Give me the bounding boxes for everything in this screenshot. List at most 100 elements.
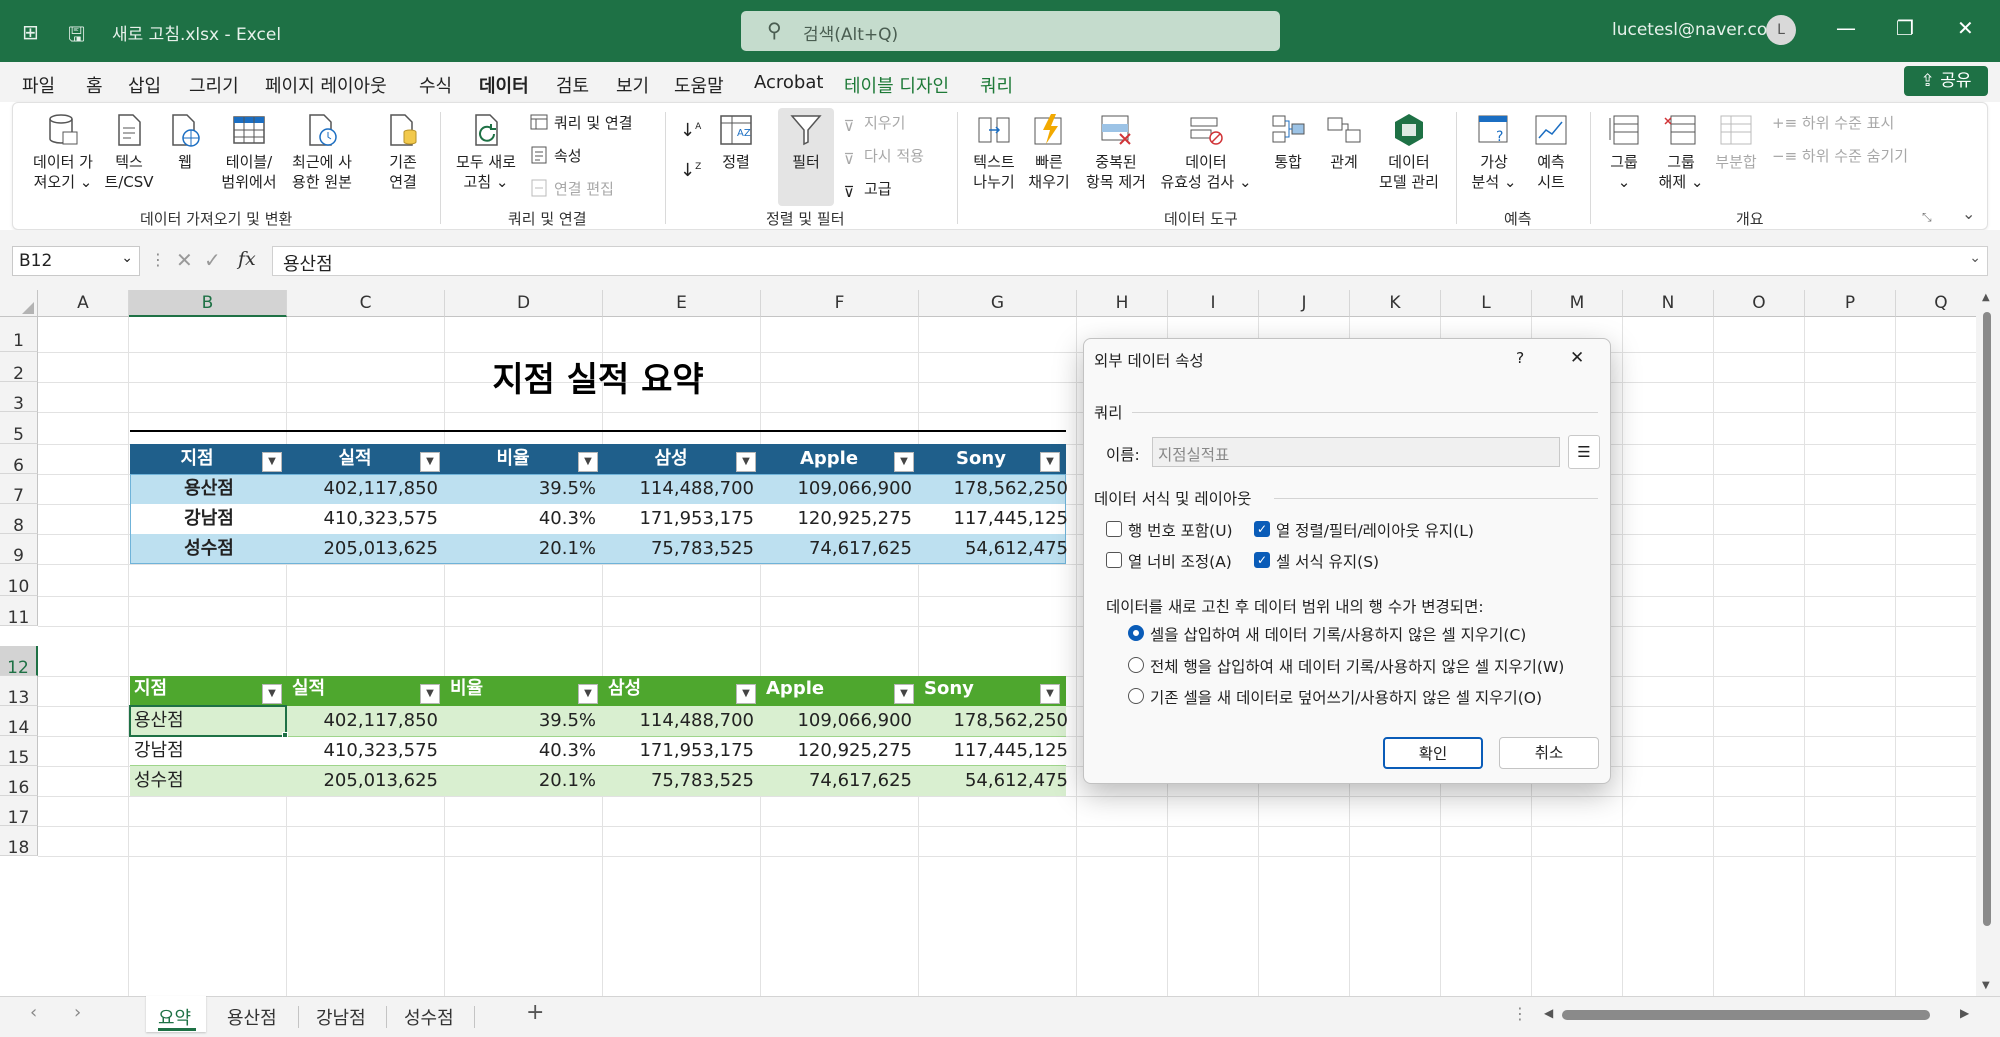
- row-header-13[interactable]: 13: [0, 676, 38, 708]
- row-header-9[interactable]: 9: [0, 534, 38, 566]
- filter-dropdown-icon[interactable]: ▼: [894, 684, 914, 704]
- scroll-down-icon[interactable]: ▼: [1982, 980, 1990, 991]
- prev-sheet-icon[interactable]: ‹: [30, 1002, 37, 1023]
- table1-header-cell[interactable]: 비율: [446, 444, 580, 474]
- table1-cell[interactable]: 40.3%: [446, 504, 604, 534]
- scroll-right-icon[interactable]: ▶: [1960, 1006, 1969, 1020]
- tab-view[interactable]: 보기: [616, 72, 649, 98]
- table2-cell[interactable]: 120,925,275: [762, 736, 920, 766]
- column-header-b[interactable]: B: [129, 290, 287, 317]
- sheet-tab-seongsu[interactable]: 성수점: [404, 1004, 454, 1030]
- column-header-p[interactable]: P: [1805, 290, 1896, 317]
- column-header-a[interactable]: A: [38, 290, 129, 317]
- row-header-5[interactable]: 5: [0, 412, 38, 445]
- subtotal-button[interactable]: 부분합: [1708, 112, 1764, 172]
- cancel-button[interactable]: 취소: [1499, 737, 1599, 769]
- filter-dropdown-icon[interactable]: ▼: [262, 684, 282, 704]
- sort-descending-icon[interactable]: ↓Z: [680, 160, 701, 181]
- table1-cell[interactable]: 용산점: [130, 474, 288, 504]
- tab-file[interactable]: 파일: [22, 72, 55, 98]
- advanced-filter-button[interactable]: ⊽ 고급: [840, 178, 892, 201]
- add-sheet-icon[interactable]: +: [526, 1000, 544, 1025]
- table2-header-cell[interactable]: 삼성: [604, 676, 738, 706]
- table2-header-cell[interactable]: Sony: [920, 676, 1042, 706]
- tab-draw[interactable]: 그리기: [189, 72, 239, 98]
- row-header-16[interactable]: 16: [0, 766, 38, 798]
- preserve-sort-checkbox[interactable]: ✓: [1254, 521, 1270, 537]
- close-icon[interactable]: ✕: [1957, 16, 1974, 40]
- sort-button[interactable]: AZ 정렬: [716, 112, 756, 172]
- tab-table-design[interactable]: 테이블 디자인: [844, 72, 949, 98]
- table1-cell[interactable]: 75,783,525: [604, 534, 762, 564]
- worksheet-grid[interactable]: ABCDEFGHIJKLMNOPQ 1 2 3 5 6 7 8 9 10 11 12 13 14 15 16…: [0, 290, 1976, 996]
- table2-cell[interactable]: 178,562,250: [920, 706, 1076, 736]
- clear-filter-button[interactable]: ⊽ 지우기: [840, 112, 906, 135]
- row-header-17[interactable]: 17: [0, 796, 38, 828]
- horizontal-scroll-thumb[interactable]: [1562, 1010, 1930, 1020]
- query-name-field[interactable]: 지점실적표: [1152, 437, 1560, 467]
- scroll-left-icon[interactable]: ◀: [1544, 1006, 1553, 1020]
- sheet-tab-summary[interactable]: 요약: [158, 1004, 191, 1030]
- table2-cell[interactable]: 402,117,850: [288, 706, 446, 736]
- table2-cell[interactable]: 40.3%: [446, 736, 604, 766]
- table2-cell[interactable]: 205,013,625: [288, 766, 446, 796]
- column-header-m[interactable]: M: [1532, 290, 1623, 317]
- enter-icon[interactable]: ✓: [204, 248, 221, 272]
- table1-cell[interactable]: 178,562,250: [920, 474, 1076, 504]
- table1-cell[interactable]: 54,612,475: [920, 534, 1076, 564]
- queries-connections-button[interactable]: 쿼리 및 연결: [530, 112, 633, 133]
- table1-cell[interactable]: 410,323,575: [288, 504, 446, 534]
- table1-cell[interactable]: 39.5%: [446, 474, 604, 504]
- search-input[interactable]: ⚲ 검색(Alt+Q): [741, 11, 1280, 51]
- filter-dropdown-icon[interactable]: ▼: [262, 452, 282, 472]
- table1-header-cell[interactable]: Apple: [762, 444, 896, 474]
- relationships-button[interactable]: 관계: [1322, 112, 1366, 172]
- table2-cell[interactable]: 410,323,575: [288, 736, 446, 766]
- tab-formulas[interactable]: 수식: [419, 72, 452, 98]
- column-header-e[interactable]: E: [603, 290, 761, 317]
- column-header-k[interactable]: K: [1350, 290, 1441, 317]
- tab-review[interactable]: 검토: [556, 72, 589, 98]
- row-header-12[interactable]: 12: [0, 646, 38, 678]
- table1-cell[interactable]: 강남점: [130, 504, 288, 534]
- table1-header-cell[interactable]: 삼성: [604, 444, 738, 474]
- vertical-scroll-thumb[interactable]: [1983, 312, 1991, 926]
- next-sheet-icon[interactable]: ›: [74, 1002, 81, 1023]
- table2-cell[interactable]: 74,617,625: [762, 766, 920, 796]
- from-table-button[interactable]: 테이블/ 범위에서: [214, 112, 284, 192]
- filter-dropdown-icon[interactable]: ▼: [420, 684, 440, 704]
- table1-cell[interactable]: 109,066,900: [762, 474, 920, 504]
- what-if-analysis-button[interactable]: ? 가상 분석 ⌄: [1466, 112, 1522, 192]
- table1-cell[interactable]: 120,925,275: [762, 504, 920, 534]
- sheet-tab-yongsan[interactable]: 용산점: [227, 1004, 277, 1030]
- show-detail-button[interactable]: +≡ 하위 수준 표시: [1772, 112, 1894, 133]
- name-box[interactable]: B12 ⌄: [12, 246, 140, 276]
- ungroup-button[interactable]: 그룹 해제 ⌄: [1656, 112, 1706, 192]
- sort-ascending-icon[interactable]: ↓A: [680, 120, 701, 141]
- insert-cells-radio[interactable]: [1128, 625, 1144, 641]
- table1-cell[interactable]: 114,488,700: [604, 474, 762, 504]
- tab-page-layout[interactable]: 페이지 레이아웃: [265, 72, 387, 98]
- data-model-button[interactable]: 데이터 모델 관리: [1370, 112, 1448, 192]
- web-button[interactable]: 웹: [165, 112, 205, 172]
- insert-rows-radio[interactable]: [1128, 657, 1144, 673]
- insert-function-icon[interactable]: fx: [238, 248, 256, 270]
- table2-cell[interactable]: 20.1%: [446, 766, 604, 796]
- collapse-ribbon-icon[interactable]: ⌄: [1962, 204, 1975, 223]
- table2-header-cell[interactable]: 비율: [446, 676, 580, 706]
- row-header-14[interactable]: 14: [0, 706, 38, 738]
- table2-cell[interactable]: 성수점: [130, 766, 288, 796]
- tab-home[interactable]: 홈: [86, 72, 103, 98]
- select-all-corner[interactable]: [0, 290, 38, 317]
- row-header-18[interactable]: 18: [0, 826, 38, 858]
- table1-header-cell[interactable]: 실적: [288, 444, 422, 474]
- expand-formula-icon[interactable]: ⌄: [1969, 250, 1981, 266]
- table1-cell[interactable]: 171,953,175: [604, 504, 762, 534]
- group-button[interactable]: 그룹 ⌄: [1600, 112, 1648, 192]
- filter-dropdown-icon[interactable]: ▼: [1040, 452, 1060, 472]
- filter-dropdown-icon[interactable]: ▼: [736, 452, 756, 472]
- share-button[interactable]: ⇪ 공유: [1904, 66, 1988, 96]
- row-header-3[interactable]: 3: [0, 382, 38, 414]
- column-header-h[interactable]: H: [1077, 290, 1168, 317]
- edit-links-button[interactable]: 연결 편집: [530, 178, 614, 199]
